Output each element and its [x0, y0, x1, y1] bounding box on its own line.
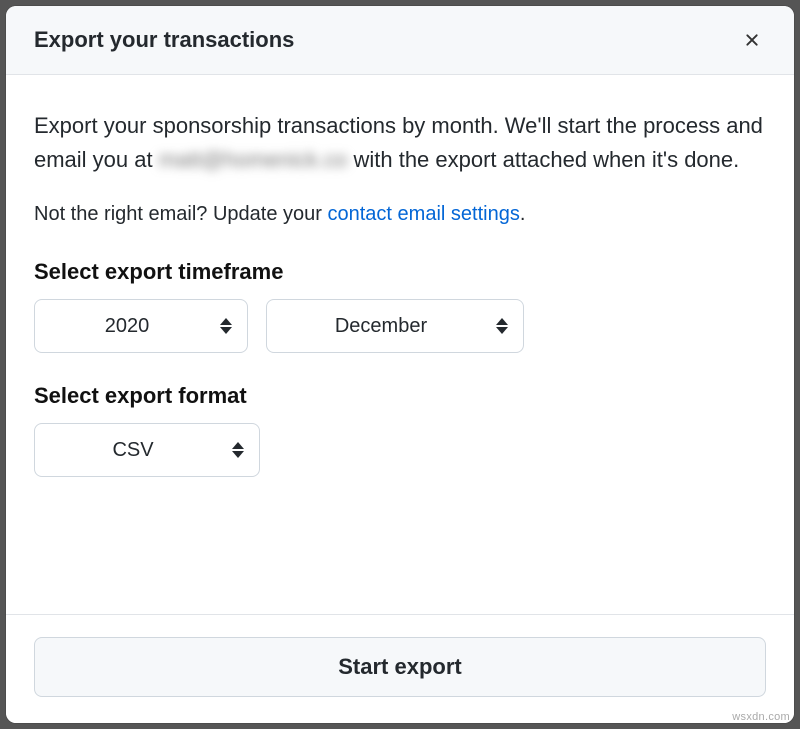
timeframe-label: Select export timeframe [34, 259, 766, 285]
year-select[interactable]: 2020 [34, 299, 248, 353]
month-select[interactable]: December [266, 299, 524, 353]
email-note-text: Not the right email? Update your [34, 203, 328, 225]
month-select-wrap: December [266, 299, 524, 353]
format-select-wrap: CSV [34, 423, 260, 477]
intro-text: Export your sponsorship transactions by … [34, 109, 766, 177]
contact-email-settings-link[interactable]: contact email settings [328, 203, 520, 225]
format-row: CSV [34, 423, 766, 477]
export-dialog: Export your transactions Export your spo… [6, 6, 794, 723]
start-export-button[interactable]: Start export [34, 637, 766, 697]
intro-after: with the export attached when it's done. [347, 147, 739, 172]
format-label: Select export format [34, 383, 766, 409]
watermark: wsxdn.com [732, 711, 790, 723]
timeframe-row: 2020 December [34, 299, 766, 353]
dialog-footer: Start export [6, 614, 794, 723]
email-note-suffix: . [520, 203, 526, 225]
close-icon [742, 30, 762, 50]
dialog-body: Export your sponsorship transactions by … [6, 75, 794, 614]
year-select-wrap: 2020 [34, 299, 248, 353]
close-button[interactable] [738, 26, 766, 54]
format-select[interactable]: CSV [34, 423, 260, 477]
dialog-title: Export your transactions [34, 27, 294, 53]
dialog-header: Export your transactions [6, 6, 794, 75]
redacted-email: matt@homenick.co [159, 143, 348, 177]
email-note: Not the right email? Update your contact… [34, 199, 766, 229]
